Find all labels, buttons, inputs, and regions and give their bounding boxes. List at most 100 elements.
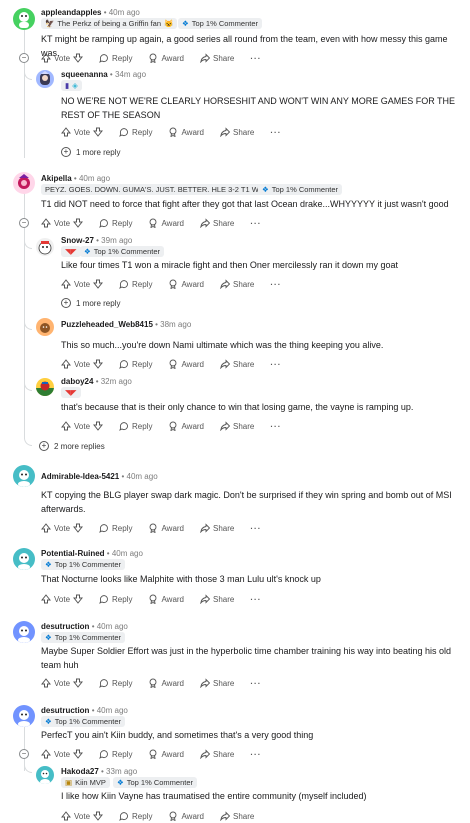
- vote-button[interactable]: Vote: [61, 127, 104, 137]
- award-button[interactable]: Award: [148, 749, 184, 759]
- share-icon: [200, 749, 210, 759]
- avatar[interactable]: [13, 8, 35, 30]
- reply-button[interactable]: Reply: [99, 594, 132, 604]
- share-button[interactable]: Share: [200, 749, 234, 759]
- award-button[interactable]: Award: [168, 359, 204, 369]
- reply-button[interactable]: Reply: [99, 53, 132, 63]
- more-options-button[interactable]: ···: [250, 595, 261, 604]
- vote-button[interactable]: Vote: [61, 421, 104, 431]
- avatar[interactable]: [13, 172, 35, 194]
- more-options-button[interactable]: ···: [270, 422, 281, 431]
- avatar[interactable]: [36, 70, 54, 88]
- vote-button[interactable]: Vote: [61, 811, 104, 821]
- avatar[interactable]: [36, 238, 54, 256]
- comment-author[interactable]: desutruction • 40m ago: [41, 706, 128, 715]
- collapse-thread-button[interactable]: −: [19, 53, 29, 63]
- share-icon: [220, 421, 230, 431]
- avatar[interactable]: [13, 705, 35, 727]
- comment-author[interactable]: daboy24 • 32m ago: [61, 377, 132, 386]
- share-button[interactable]: Share: [220, 421, 254, 431]
- reply-button[interactable]: Reply: [99, 523, 132, 533]
- award-button[interactable]: Award: [148, 53, 184, 63]
- reply-button[interactable]: Reply: [119, 279, 152, 289]
- more-options-button[interactable]: ···: [270, 128, 281, 137]
- vote-button[interactable]: Vote: [41, 749, 84, 759]
- avatar[interactable]: [13, 465, 35, 487]
- share-button[interactable]: Share: [200, 218, 234, 228]
- share-icon: [220, 279, 230, 289]
- reply-button[interactable]: Reply: [119, 811, 152, 821]
- more-replies-link[interactable]: +1 more reply: [61, 298, 120, 308]
- more-options-button[interactable]: ···: [270, 360, 281, 369]
- share-icon: [220, 359, 230, 369]
- downvote-icon: [73, 678, 84, 688]
- share-button[interactable]: Share: [200, 523, 234, 533]
- thread-line: [24, 193, 25, 439]
- award-button[interactable]: Award: [148, 678, 184, 688]
- award-button[interactable]: Award: [168, 421, 204, 431]
- reply-button[interactable]: Reply: [99, 749, 132, 759]
- share-button[interactable]: Share: [220, 279, 254, 289]
- comment-author[interactable]: squeenanna • 34m ago: [61, 70, 146, 79]
- reply-button[interactable]: Reply: [99, 218, 132, 228]
- thread-connector: [24, 72, 32, 80]
- share-button[interactable]: Share: [200, 678, 234, 688]
- avatar[interactable]: [13, 548, 35, 570]
- share-button[interactable]: Share: [220, 127, 254, 137]
- avatar[interactable]: [36, 318, 54, 336]
- vote-button[interactable]: Vote: [41, 594, 84, 604]
- comment-author[interactable]: Puzzleheaded_Web8415 • 38m ago: [61, 320, 191, 329]
- award-icon: [170, 279, 177, 289]
- share-button[interactable]: Share: [220, 811, 254, 821]
- reply-icon: [99, 54, 108, 63]
- avatar[interactable]: [13, 621, 35, 643]
- award-button[interactable]: Award: [168, 279, 204, 289]
- award-button[interactable]: Award: [168, 127, 204, 137]
- more-options-button[interactable]: ···: [250, 54, 261, 63]
- vote-button[interactable]: Vote: [41, 53, 84, 63]
- comment-body: T1 did NOT need to force that fight afte…: [41, 199, 449, 209]
- comment-body: That Nocturne looks like Malphite with t…: [41, 574, 321, 584]
- more-options-button[interactable]: ···: [250, 524, 261, 533]
- share-button[interactable]: Share: [200, 53, 234, 63]
- more-options-button[interactable]: ···: [250, 679, 261, 688]
- vote-button[interactable]: Vote: [61, 279, 104, 289]
- flair-emoji-icon: ◥◤: [65, 388, 77, 397]
- vote-button[interactable]: Vote: [41, 523, 84, 533]
- more-options-button[interactable]: ···: [250, 750, 261, 759]
- reply-button[interactable]: Reply: [119, 359, 152, 369]
- comment-author[interactable]: appleandapples • 40m ago: [41, 8, 140, 17]
- collapse-thread-button[interactable]: −: [19, 218, 29, 228]
- vote-button[interactable]: Vote: [41, 218, 84, 228]
- reply-button[interactable]: Reply: [119, 127, 152, 137]
- reply-button[interactable]: Reply: [99, 678, 132, 688]
- comment-author[interactable]: Snow-27 • 39m ago: [61, 236, 132, 245]
- comment-author[interactable]: Admirable-Idea-5421 • 40m ago: [41, 472, 158, 481]
- comment-author[interactable]: desutruction • 40m ago: [41, 622, 128, 631]
- share-icon: [220, 811, 230, 821]
- upvote-icon: [61, 359, 71, 369]
- share-button[interactable]: Share: [200, 594, 234, 604]
- award-button[interactable]: Award: [168, 811, 204, 821]
- award-button[interactable]: Award: [148, 218, 184, 228]
- flair-emoji-icon: 😺: [164, 19, 174, 28]
- reply-button[interactable]: Reply: [119, 421, 152, 431]
- vote-button[interactable]: Vote: [61, 359, 104, 369]
- more-options-button[interactable]: ···: [270, 280, 281, 289]
- award-button[interactable]: Award: [148, 523, 184, 533]
- comment-author[interactable]: Akipella • 40m ago: [41, 174, 110, 183]
- reply-icon: [119, 128, 128, 137]
- avatar[interactable]: [36, 766, 54, 784]
- more-replies-link[interactable]: +1 more reply: [61, 147, 120, 157]
- avatar[interactable]: [36, 378, 54, 396]
- vote-button[interactable]: Vote: [41, 678, 84, 688]
- award-button[interactable]: Award: [148, 594, 184, 604]
- comment-author[interactable]: Hakoda27 • 33m ago: [61, 767, 137, 776]
- reply-icon: [99, 219, 108, 228]
- downvote-icon: [93, 127, 104, 137]
- share-button[interactable]: Share: [220, 359, 254, 369]
- more-options-button[interactable]: ···: [250, 219, 261, 228]
- comment-author[interactable]: Potential-Ruined • 40m ago: [41, 549, 143, 558]
- more-replies-link[interactable]: +2 more replies: [39, 441, 105, 451]
- collapse-thread-button[interactable]: −: [19, 749, 29, 759]
